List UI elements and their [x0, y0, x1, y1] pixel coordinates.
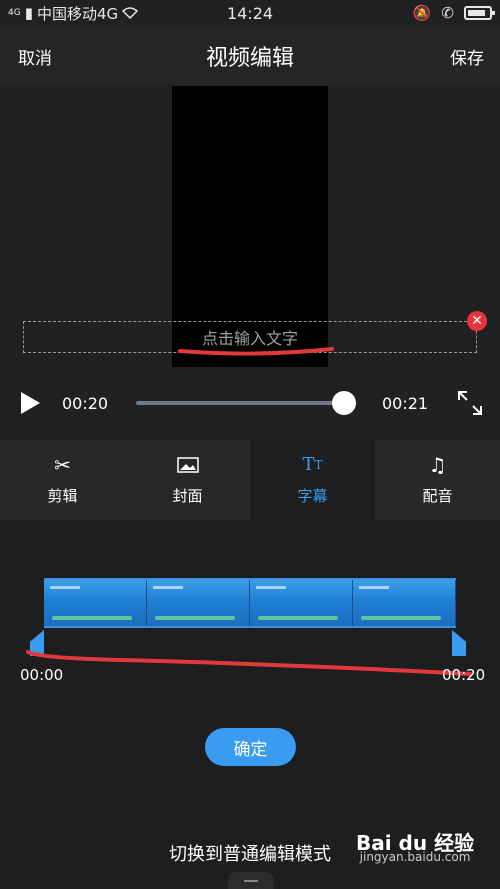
battery-icon — [464, 6, 495, 20]
tab-subtitle[interactable]: TT 字幕 — [250, 440, 375, 520]
annotation-underline — [178, 347, 334, 356]
annotation-line — [26, 650, 472, 676]
tab-label: 封面 — [172, 486, 203, 505]
play-icon[interactable] — [21, 392, 40, 414]
image-icon — [176, 455, 199, 475]
fullscreen-icon[interactable] — [456, 389, 484, 417]
progress-track[interactable] — [136, 401, 348, 405]
carrier-name: 中国移动4G — [36, 4, 119, 23]
video-preview: 点击输入文字 ✕ — [0, 86, 500, 367]
mute-icon: 🔕 — [412, 4, 432, 22]
signal-icon: ▮ — [24, 4, 33, 22]
page-title: 视频编辑 — [205, 46, 294, 71]
tab-label: 字幕 — [297, 486, 328, 505]
text-size-icon: TT — [302, 454, 323, 475]
call-icon: ✆ — [441, 4, 454, 22]
watermark-brand: Bai du 经验 — [356, 831, 475, 855]
watermark-url: jingyan.baidu.com — [359, 850, 471, 864]
chevron-up-icon[interactable] — [228, 872, 274, 889]
tab-label: 配音 — [422, 486, 453, 505]
timeline-area: 00:00 00:20 确定 切换到普通编辑模式 Bai du 经验 jingy… — [0, 520, 500, 889]
signal-type: 4G — [8, 7, 21, 18]
save-button[interactable]: 保存 — [450, 44, 484, 69]
wifi-icon — [122, 7, 139, 19]
title-bar: 取消 视频编辑 保存 — [0, 26, 500, 86]
status-bar: 4G ▮ 中国移动4G 14:24 🔕 ✆ — [0, 0, 500, 26]
watermark: Bai du 经验 jingyan.baidu.com — [356, 831, 475, 864]
confirm-button[interactable]: 确定 — [205, 728, 296, 766]
music-note-icon: ♫ — [428, 452, 447, 477]
timeline-start-time: 00:00 — [20, 666, 64, 684]
progress-thumb[interactable] — [331, 391, 356, 415]
player-controls: 00:20 00:21 — [0, 367, 500, 439]
scissors-icon: ✂ — [54, 452, 71, 477]
tab-cover[interactable]: 封面 — [125, 440, 250, 520]
timeline-end-time: 00:20 — [442, 666, 486, 684]
total-time: 00:21 — [382, 394, 429, 413]
tab-label: 剪辑 — [47, 486, 78, 505]
tab-clip[interactable]: ✂ 剪辑 — [0, 440, 125, 520]
close-icon[interactable]: ✕ — [467, 311, 487, 331]
cancel-button[interactable]: 取消 — [18, 44, 52, 69]
edit-tabs: ✂ 剪辑 封面 TT 字幕 ♫ 配音 — [0, 440, 500, 520]
tab-dubbing[interactable]: ♫ 配音 — [375, 440, 500, 520]
current-time: 00:20 — [62, 394, 109, 413]
